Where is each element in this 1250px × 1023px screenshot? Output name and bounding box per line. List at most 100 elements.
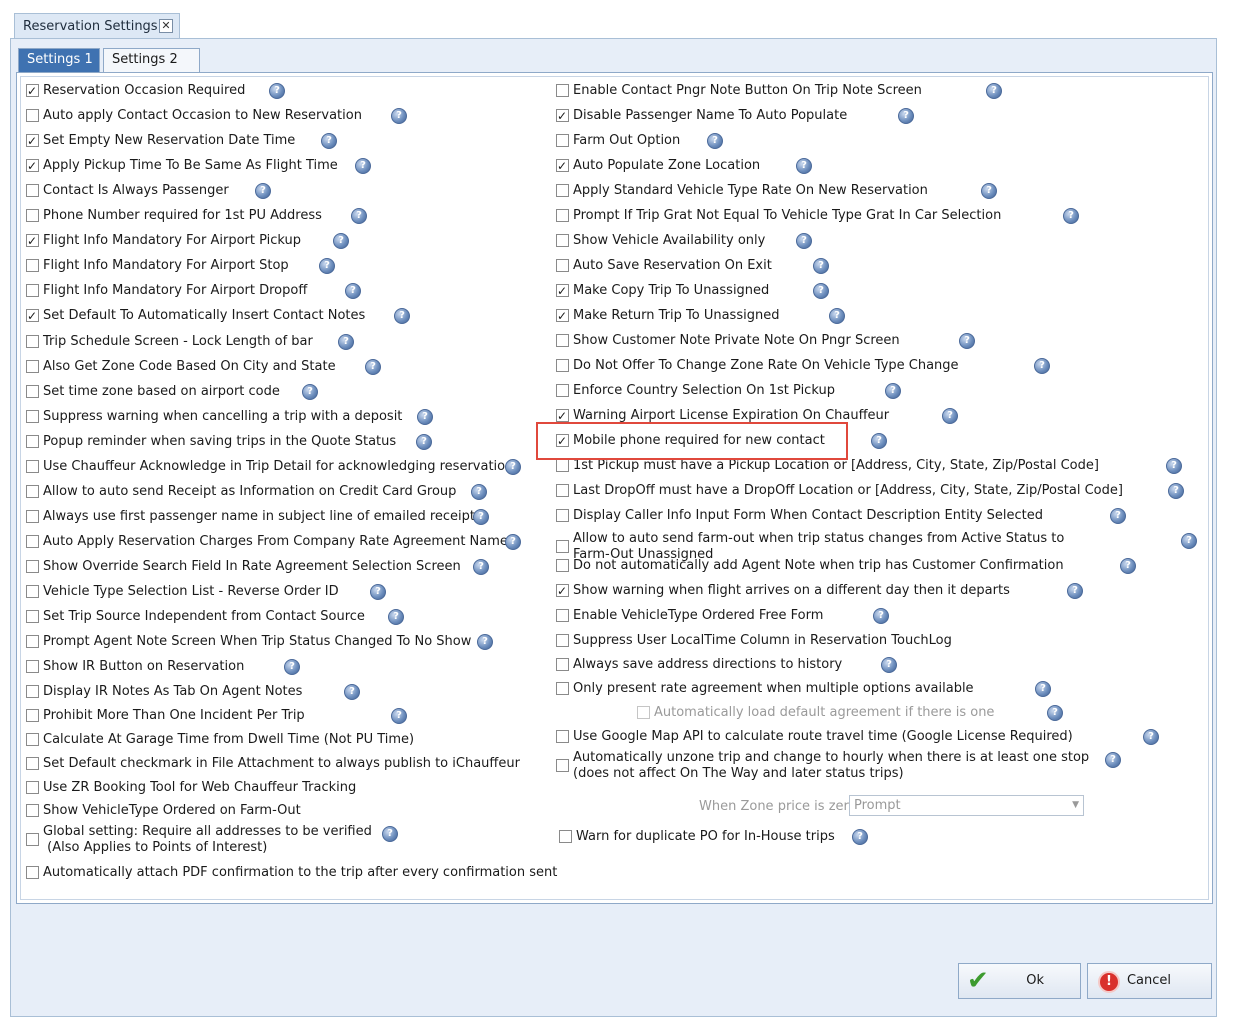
setting-checkbox[interactable] xyxy=(26,435,39,448)
help-icon[interactable]: ? xyxy=(1105,752,1121,768)
help-icon[interactable]: ? xyxy=(871,433,887,449)
setting-checkbox[interactable] xyxy=(556,281,569,301)
setting-checkbox[interactable] xyxy=(26,560,39,573)
setting-checkbox[interactable] xyxy=(556,334,569,347)
setting-checkbox[interactable] xyxy=(26,259,39,272)
help-icon[interactable]: ? xyxy=(321,133,337,149)
setting-checkbox[interactable] xyxy=(26,284,39,297)
setting-checkbox[interactable] xyxy=(556,509,569,522)
help-icon[interactable]: ? xyxy=(473,509,489,525)
setting-checkbox[interactable] xyxy=(556,484,569,497)
help-icon[interactable]: ? xyxy=(355,158,371,174)
help-icon[interactable]: ? xyxy=(394,308,410,324)
setting-checkbox[interactable] xyxy=(26,833,39,846)
help-icon[interactable]: ? xyxy=(505,534,521,550)
setting-checkbox[interactable] xyxy=(26,156,39,176)
help-icon[interactable]: ? xyxy=(829,308,845,324)
setting-checkbox[interactable] xyxy=(26,733,39,746)
setting-checkbox[interactable] xyxy=(26,81,39,101)
setting-checkbox[interactable] xyxy=(26,335,39,348)
help-icon[interactable]: ? xyxy=(344,684,360,700)
help-icon[interactable]: ? xyxy=(319,258,335,274)
help-icon[interactable]: ? xyxy=(796,233,812,249)
help-icon[interactable]: ? xyxy=(1035,681,1051,697)
cancel-button[interactable]: ! Cancel xyxy=(1087,963,1212,999)
setting-checkbox[interactable] xyxy=(556,634,569,647)
help-icon[interactable]: ? xyxy=(707,133,723,149)
tab-settings-1[interactable]: Settings 1 xyxy=(18,48,100,72)
setting-checkbox[interactable] xyxy=(26,685,39,698)
help-icon[interactable]: ? xyxy=(986,83,1002,99)
help-icon[interactable]: ? xyxy=(1110,508,1126,524)
setting-checkbox[interactable] xyxy=(26,410,39,423)
help-icon[interactable]: ? xyxy=(898,108,914,124)
help-icon[interactable]: ? xyxy=(885,383,901,399)
setting-checkbox[interactable] xyxy=(26,209,39,222)
help-icon[interactable]: ? xyxy=(391,108,407,124)
setting-checkbox[interactable] xyxy=(556,581,569,601)
help-icon[interactable]: ? xyxy=(813,283,829,299)
setting-checkbox[interactable] xyxy=(637,706,650,719)
zone-price-select[interactable]: Prompt ▼ xyxy=(849,795,1084,816)
help-icon[interactable]: ? xyxy=(338,334,354,350)
setting-checkbox[interactable] xyxy=(26,866,39,879)
ok-button[interactable]: ✔ Ok xyxy=(958,963,1081,999)
setting-checkbox[interactable] xyxy=(556,540,569,553)
help-icon[interactable]: ? xyxy=(382,826,398,842)
setting-checkbox[interactable] xyxy=(26,109,39,122)
help-icon[interactable]: ? xyxy=(942,408,958,424)
help-icon[interactable]: ? xyxy=(796,158,812,174)
setting-checkbox[interactable] xyxy=(556,156,569,176)
setting-checkbox[interactable] xyxy=(26,460,39,473)
setting-checkbox[interactable] xyxy=(26,635,39,648)
setting-checkbox[interactable] xyxy=(556,406,569,426)
help-icon[interactable]: ? xyxy=(351,208,367,224)
setting-checkbox[interactable] xyxy=(26,781,39,794)
setting-checkbox[interactable] xyxy=(556,759,569,772)
tab-settings-2[interactable]: Settings 2 xyxy=(103,48,200,72)
setting-checkbox[interactable] xyxy=(556,359,569,372)
setting-checkbox[interactable] xyxy=(26,804,39,817)
help-icon[interactable]: ? xyxy=(284,659,300,675)
setting-checkbox[interactable] xyxy=(26,610,39,623)
help-icon[interactable]: ? xyxy=(873,608,889,624)
setting-checkbox[interactable] xyxy=(556,658,569,671)
help-icon[interactable]: ? xyxy=(416,434,432,450)
setting-checkbox[interactable] xyxy=(556,730,569,743)
document-tab[interactable]: Reservation Settings ✕ xyxy=(14,13,180,39)
setting-checkbox[interactable] xyxy=(556,134,569,147)
help-icon[interactable]: ? xyxy=(473,559,489,575)
setting-checkbox[interactable] xyxy=(26,184,39,197)
help-icon[interactable]: ? xyxy=(1181,533,1197,549)
help-icon[interactable]: ? xyxy=(370,584,386,600)
setting-checkbox[interactable] xyxy=(26,385,39,398)
setting-checkbox[interactable] xyxy=(556,559,569,572)
help-icon[interactable]: ? xyxy=(391,708,407,724)
help-icon[interactable]: ? xyxy=(959,333,975,349)
help-icon[interactable]: ? xyxy=(365,359,381,375)
setting-checkbox[interactable] xyxy=(26,306,39,326)
help-icon[interactable]: ? xyxy=(255,183,271,199)
help-icon[interactable]: ? xyxy=(302,384,318,400)
help-icon[interactable]: ? xyxy=(505,459,521,475)
help-icon[interactable]: ? xyxy=(269,83,285,99)
close-icon[interactable]: ✕ xyxy=(159,19,173,33)
help-icon[interactable]: ? xyxy=(1034,358,1050,374)
help-icon[interactable]: ? xyxy=(1143,729,1159,745)
setting-checkbox[interactable] xyxy=(556,209,569,222)
help-icon[interactable]: ? xyxy=(852,829,868,845)
help-icon[interactable]: ? xyxy=(388,609,404,625)
help-icon[interactable]: ? xyxy=(477,634,493,650)
help-icon[interactable]: ? xyxy=(1120,558,1136,574)
help-icon[interactable]: ? xyxy=(981,183,997,199)
help-icon[interactable]: ? xyxy=(1063,208,1079,224)
help-icon[interactable]: ? xyxy=(1067,583,1083,599)
setting-checkbox[interactable] xyxy=(556,234,569,247)
setting-checkbox[interactable] xyxy=(26,131,39,151)
setting-checkbox[interactable] xyxy=(556,259,569,272)
setting-checkbox[interactable] xyxy=(26,510,39,523)
setting-checkbox[interactable] xyxy=(26,535,39,548)
help-icon[interactable]: ? xyxy=(471,484,487,500)
help-icon[interactable]: ? xyxy=(1047,705,1063,721)
help-icon[interactable]: ? xyxy=(813,258,829,274)
